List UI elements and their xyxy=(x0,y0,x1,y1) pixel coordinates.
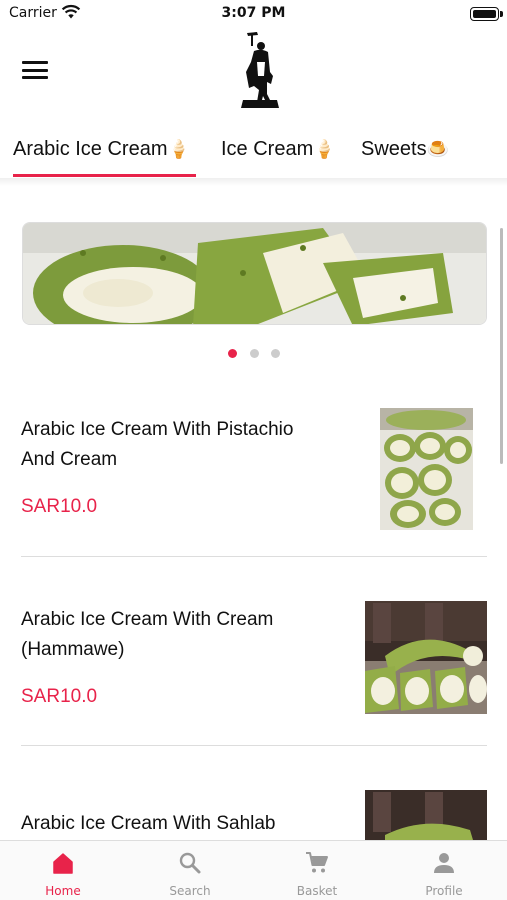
nav-basket[interactable]: Basket xyxy=(254,841,380,900)
product-image xyxy=(365,601,487,714)
product-image xyxy=(365,790,487,840)
nav-label: Search xyxy=(169,884,211,898)
tab-label: Ice Cream xyxy=(221,138,314,160)
active-tab-indicator xyxy=(13,174,196,177)
carousel-dot[interactable] xyxy=(271,349,280,358)
person-icon xyxy=(434,853,454,873)
carousel-dot[interactable] xyxy=(228,349,237,358)
divider xyxy=(21,745,487,746)
nav-label: Basket xyxy=(296,884,338,898)
cart-icon xyxy=(306,852,328,873)
brand-logo xyxy=(241,32,279,108)
tabs-divider xyxy=(0,178,507,186)
carousel-dots xyxy=(228,349,288,359)
product-name: Arabic Ice Cream With Cream (Hammawe) xyxy=(21,609,274,660)
search-icon xyxy=(179,852,201,874)
tab-label: Sweets xyxy=(361,138,427,160)
tab-ice-cream[interactable]: Ice Cream🍦 xyxy=(221,138,336,161)
product-name: Arabic Ice Cream With Sahlab xyxy=(21,813,276,834)
tab-sweets[interactable]: Sweets🍮 xyxy=(361,138,449,161)
nav-home[interactable]: Home xyxy=(0,841,126,900)
divider xyxy=(21,556,487,557)
nav-profile[interactable]: Profile xyxy=(381,841,507,900)
promo-banner-image[interactable] xyxy=(22,222,487,325)
hamburger-menu-icon[interactable] xyxy=(22,61,48,81)
product-image xyxy=(380,408,473,530)
product-price: SAR10.0 xyxy=(21,686,98,707)
home-icon xyxy=(53,853,73,874)
status-bar: Carrier 3:07 PM xyxy=(0,0,507,28)
tab-label: Arabic Ice Cream xyxy=(13,138,168,160)
carousel-dot[interactable] xyxy=(250,349,259,358)
clock: 3:07 PM xyxy=(221,5,286,21)
tab-arabic-ice-cream[interactable]: Arabic Ice Cream🍦 xyxy=(13,138,190,161)
pudding-emoji-icon: 🍮 xyxy=(426,139,450,159)
product-price: SAR10.0 xyxy=(21,496,98,517)
bottom-navigation: Home Search Basket Profile xyxy=(0,840,507,900)
nav-label: Profile xyxy=(425,884,463,898)
battery-icon xyxy=(470,7,503,21)
nav-search[interactable]: Search xyxy=(127,841,253,900)
ice-cream-emoji-icon: 🍦 xyxy=(313,139,336,159)
product-name: Arabic Ice Cream With Pistachio And Crea… xyxy=(21,419,294,470)
scrollbar[interactable] xyxy=(500,228,503,464)
category-tabs: Arabic Ice Cream🍦 Ice Cream🍦 Sweets🍮 xyxy=(0,128,507,178)
nav-label: Home xyxy=(45,884,81,898)
ice-cream-emoji-icon: 🍦 xyxy=(167,139,190,159)
